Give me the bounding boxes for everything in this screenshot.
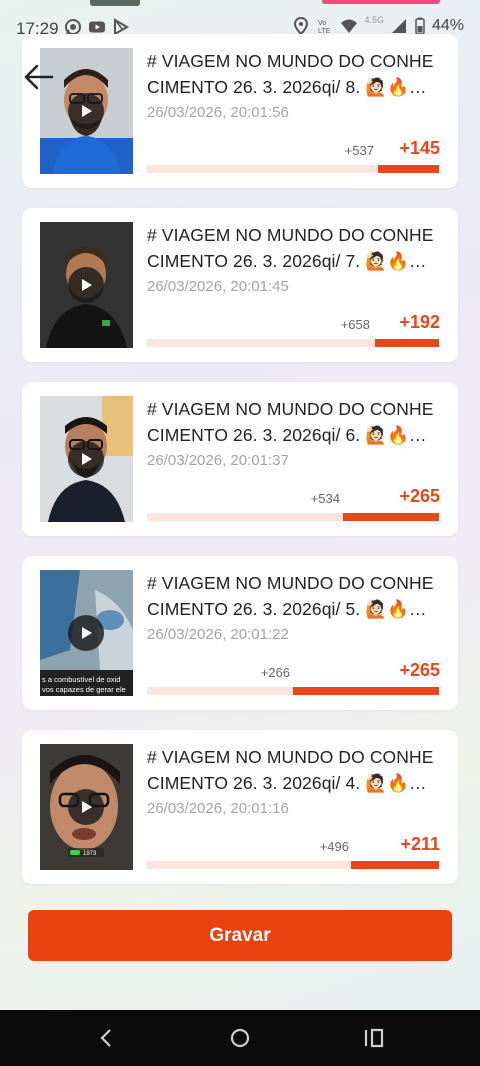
metric-secondary: +496 <box>319 839 349 854</box>
nav-back-icon[interactable] <box>95 1026 119 1050</box>
metric-primary: +265 <box>399 660 440 680</box>
progress-bar <box>147 339 439 347</box>
metric-primary: +265 <box>399 486 440 506</box>
title-line-1: # VIAGEM NO MUNDO DO CONHE <box>147 399 434 419</box>
video-date: 26/03/2026, 20:01:45 <box>147 278 289 295</box>
progress-fill <box>293 687 439 695</box>
video-title: # VIAGEM NO MUNDO DO CONHE CIMENTO 26. 3… <box>147 396 442 448</box>
metric-secondary: +658 <box>340 317 370 332</box>
nav-home-icon[interactable] <box>228 1026 252 1050</box>
title-line-2: CIMENTO 26. 3. 2026qi/ 5. 🙋🏻🔥… <box>147 599 427 619</box>
progress-fill <box>342 513 439 521</box>
play-icon[interactable] <box>68 93 104 129</box>
metric-primary: +192 <box>399 312 440 332</box>
title-line-1: # VIAGEM NO MUNDO DO CONHE <box>147 747 434 767</box>
progress-bar <box>147 165 439 173</box>
network-type: 4.5G <box>364 15 384 25</box>
metric-secondary: +266 <box>260 665 290 680</box>
title-line-2: CIMENTO 26. 3. 2026qi/ 4. 🙋🏻🔥… <box>147 773 427 793</box>
metric-secondary: +534 <box>310 491 340 506</box>
play-icon[interactable] <box>68 267 104 303</box>
thumb-caption-2: vos capazes de gerar ele <box>42 685 126 694</box>
video-title: # VIAGEM NO MUNDO DO CONHE CIMENTO 26. 3… <box>147 570 442 622</box>
progress-fill <box>377 165 439 173</box>
play-icon[interactable] <box>68 789 104 825</box>
back-button[interactable] <box>22 60 56 94</box>
battery-level: 44% <box>431 17 464 34</box>
title-line-1: # VIAGEM NO MUNDO DO CONHE <box>147 51 434 71</box>
video-title: # VIAGEM NO MUNDO DO CONHE CIMENTO 26. 3… <box>147 48 442 100</box>
card-edge-accent <box>322 0 440 4</box>
location-icon <box>294 17 309 35</box>
metric-primary: +145 <box>399 138 440 158</box>
video-thumbnail[interactable]: s a combustível de oxid vos capazes de g… <box>40 570 133 696</box>
progress-bar <box>147 687 439 695</box>
title-line-2: CIMENTO 26. 3. 2026qi/ 7. 🙋🏻🔥… <box>147 251 427 271</box>
video-card[interactable]: # VIAGEM NO MUNDO DO CONHE CIMENTO 26. 3… <box>22 382 458 536</box>
progress-fill <box>374 339 439 347</box>
video-card[interactable]: 1973 # VIAGEM NO MUNDO DO CONHE CIMENTO … <box>22 730 458 884</box>
progress-bar <box>147 513 439 521</box>
video-card[interactable]: s a combustível de oxid vos capazes de g… <box>22 556 458 710</box>
title-line-2: CIMENTO 26. 3. 2026qi/ 8. 🙋🏻🔥… <box>147 77 427 97</box>
video-title: # VIAGEM NO MUNDO DO CONHE CIMENTO 26. 3… <box>147 744 442 796</box>
title-line-2: CIMENTO 26. 3. 2026qi/ 6. 🙋🏻🔥… <box>147 425 427 445</box>
video-date: 26/03/2026, 20:01:16 <box>147 800 289 817</box>
card-edge-thumbnail <box>90 0 140 6</box>
system-status: Vo LTE 4.5G 44% <box>292 15 464 35</box>
record-button[interactable]: Gravar <box>28 910 452 961</box>
arrow-left-icon <box>24 64 54 90</box>
thumb-badge: 1973 <box>83 851 97 857</box>
video-card[interactable]: # VIAGEM NO MUNDO DO CONHE CIMENTO 26. 3… <box>22 208 458 362</box>
title-line-1: # VIAGEM NO MUNDO DO CONHE <box>147 225 434 245</box>
system-nav-bar <box>0 1010 480 1066</box>
metric-primary: +211 <box>400 834 440 854</box>
volte-icon: VoLTE <box>318 20 331 35</box>
video-thumbnail[interactable]: 1973 <box>40 744 133 870</box>
nav-recent-apps-icon[interactable] <box>362 1026 386 1050</box>
progress-fill <box>351 861 439 869</box>
progress-bar <box>147 861 439 869</box>
thumb-caption-1: s a combustível de oxid <box>42 675 120 684</box>
video-date: 26/03/2026, 20:01:22 <box>147 626 289 643</box>
video-title: # VIAGEM NO MUNDO DO CONHE CIMENTO 26. 3… <box>147 222 442 274</box>
wifi-icon <box>341 19 358 33</box>
metric-secondary: +537 <box>344 143 374 158</box>
signal-icon <box>391 19 406 33</box>
svg-text:Vo: Vo <box>318 20 326 27</box>
video-thumbnail[interactable] <box>40 396 133 522</box>
battery-icon <box>415 17 425 35</box>
video-thumbnail[interactable] <box>40 222 133 348</box>
play-icon[interactable] <box>68 615 104 651</box>
video-date: 26/03/2026, 20:01:56 <box>147 104 289 121</box>
play-icon[interactable] <box>68 441 104 477</box>
title-line-1: # VIAGEM NO MUNDO DO CONHE <box>147 573 434 593</box>
video-date: 26/03/2026, 20:01:37 <box>147 452 289 469</box>
video-card[interactable]: # VIAGEM NO MUNDO DO CONHE CIMENTO 26. 3… <box>22 34 458 188</box>
